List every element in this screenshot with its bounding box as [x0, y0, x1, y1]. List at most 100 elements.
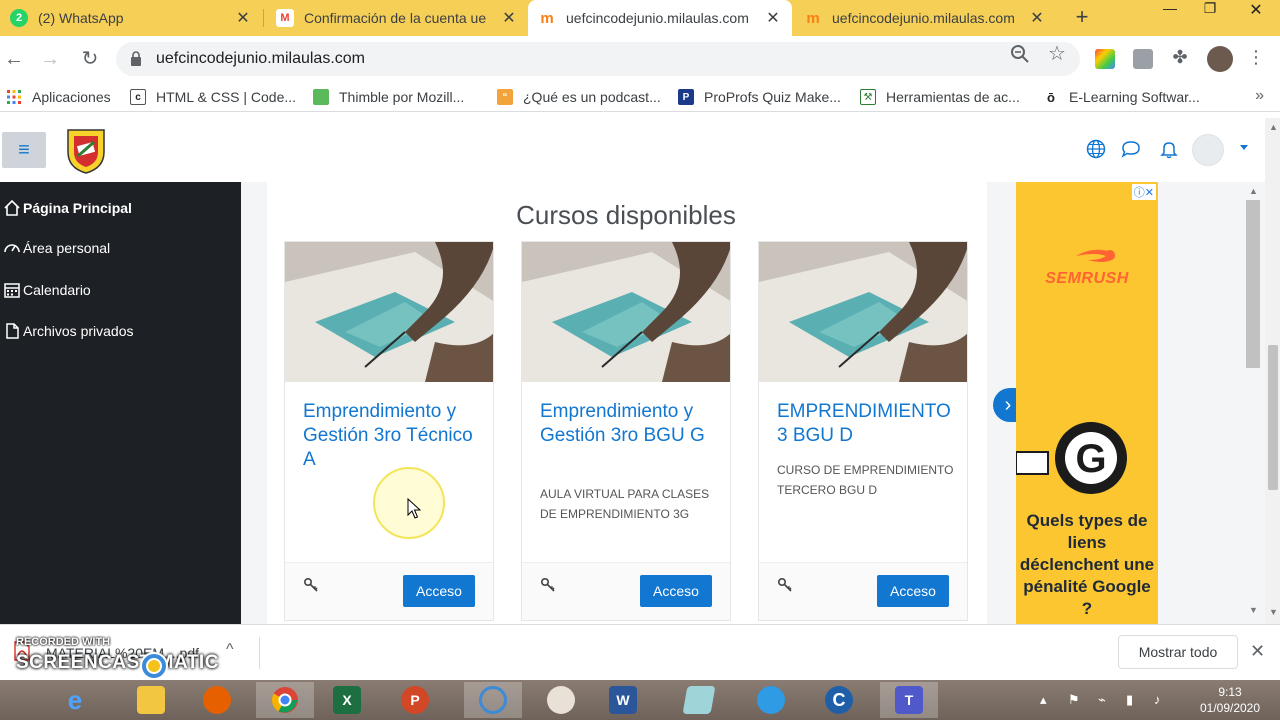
course-name-link[interactable]: EMPRENDIMIENTO 3 BGU D: [777, 400, 957, 448]
show-all-button[interactable]: Mostrar todo: [1118, 635, 1238, 669]
excel-icon: X: [333, 686, 361, 714]
file-icon: [6, 323, 19, 339]
address-bar[interactable]: uefcincodejunio.milaulas.com: [116, 42, 1080, 76]
calendar-icon: [4, 283, 20, 298]
course-card: EMPRENDIMIENTO 3 BGU D CURSO DE EMPRENDI…: [758, 241, 968, 621]
globe-icon[interactable]: [1085, 138, 1107, 160]
close-icon[interactable]: ✕: [1250, 641, 1265, 662]
new-tab-button[interactable]: +: [1070, 6, 1094, 30]
browser-toolbar: ← → ↻ uefcincodejunio.milaulas.com ☆ ✤ ⋮: [0, 36, 1280, 82]
close-icon[interactable]: ✕: [500, 8, 518, 28]
zoom-icon[interactable]: [1010, 44, 1030, 64]
moodle-navbar: ≡: [0, 118, 1265, 182]
course-image[interactable]: [522, 242, 731, 382]
bookmark-proprofs[interactable]: P ProProfs Quiz Make...: [678, 88, 841, 106]
ad-choices-icon[interactable]: ⓘ✕: [1131, 184, 1156, 200]
taskbar-globe[interactable]: [742, 682, 800, 718]
elearning-icon: ō: [1043, 89, 1059, 105]
user-avatar[interactable]: [1192, 134, 1224, 166]
reload-icon[interactable]: ↻: [78, 47, 102, 71]
course-image[interactable]: [759, 242, 968, 382]
course-name-link[interactable]: Emprendimiento y Gestión 3ro BGU G: [540, 400, 720, 448]
bookmark-label: ¿Qué es un podcast...: [523, 89, 661, 105]
taskbar-screencast[interactable]: [464, 682, 522, 718]
chevron-down-icon[interactable]: [1240, 145, 1248, 150]
moodle-icon: m: [806, 9, 820, 27]
drawer-toggle-button[interactable]: ≡: [2, 132, 46, 168]
window-close-icon[interactable]: ✕: [1238, 0, 1274, 20]
course-name-link[interactable]: Emprendimiento y Gestión 3ro Técnico A: [303, 400, 483, 472]
bookmark-aplicaciones[interactable]: Aplicaciones: [6, 88, 111, 106]
maximize-icon[interactable]: ❐: [1192, 0, 1228, 20]
taskbar-word[interactable]: W: [594, 682, 652, 718]
hamburger-icon: ≡: [18, 138, 30, 161]
sidebar-item-calendario[interactable]: Calendario: [0, 278, 91, 302]
course-card: Emprendimiento y Gestión 3ro BGU G AULA …: [521, 241, 731, 621]
page-scroll-down-icon[interactable]: ▼: [1269, 607, 1278, 617]
chevron-double-right-icon[interactable]: »: [1255, 87, 1264, 105]
bookmark-label: E-Learning Softwar...: [1069, 89, 1200, 105]
taskbar-powerpoint[interactable]: P: [386, 682, 444, 718]
taskbar-teams[interactable]: T: [880, 682, 938, 718]
back-icon[interactable]: ←: [2, 47, 26, 71]
profile-avatar[interactable]: [1207, 46, 1233, 72]
advertisement[interactable]: ⓘ✕ SEMRUSH G Quels types de liens déclen…: [1016, 182, 1158, 624]
tray-network-icon[interactable]: ▮: [1126, 692, 1133, 708]
star-icon[interactable]: ☆: [1047, 44, 1067, 64]
tab-title: uefcincodejunio.milaulas.com: [566, 10, 749, 26]
taskbar-chrome[interactable]: [256, 682, 314, 718]
system-clock[interactable]: 9:13 01/09/2020: [1190, 684, 1270, 716]
bookmark-thimble[interactable]: Thimble por Mozill...: [313, 88, 464, 106]
scroll-up-icon[interactable]: ▲: [1249, 186, 1258, 196]
menu-dots-icon[interactable]: ⋮: [1246, 47, 1266, 67]
taskbar-excel[interactable]: X: [318, 682, 376, 718]
forward-icon[interactable]: →: [38, 47, 62, 71]
tab-moodle[interactable]: m uefcincodejunio.milaulas.com ✕: [794, 0, 1056, 36]
acceso-button[interactable]: Acceso: [403, 575, 475, 607]
semrush-flame-icon: [1076, 249, 1115, 262]
extension-keyboard-icon[interactable]: [1133, 49, 1153, 69]
bookmark-codecademy[interactable]: c HTML & CSS | Code...: [130, 88, 296, 106]
acceso-button[interactable]: Acceso: [877, 575, 949, 607]
sidebar-item-pagina-principal[interactable]: Página Principal: [0, 196, 132, 220]
taskbar-firefox[interactable]: [188, 682, 246, 718]
tab-gmail[interactable]: M Confirmación de la cuenta ue ✕: [266, 0, 528, 36]
bookmark-herramientas[interactable]: ⚒ Herramientas de ac...: [860, 88, 1020, 106]
tray-volume-icon[interactable]: ♪: [1154, 692, 1161, 707]
tray-flag-icon[interactable]: ⚑: [1068, 692, 1080, 708]
close-icon[interactable]: ✕: [764, 8, 782, 28]
inner-scrollbar-thumb[interactable]: [1246, 200, 1260, 368]
chat-bubble-icon[interactable]: [1120, 138, 1142, 160]
tray-chevron-icon[interactable]: ▴: [1040, 692, 1047, 708]
bookmark-podcast[interactable]: “ ¿Qué es un podcast...: [497, 88, 661, 106]
taskbar-paint[interactable]: [532, 682, 590, 718]
scroll-down-icon[interactable]: ▼: [1249, 605, 1258, 615]
page-scroll-up-icon[interactable]: ▲: [1269, 122, 1278, 132]
tray-power-icon[interactable]: ⌁: [1098, 692, 1106, 708]
extension-color-icon[interactable]: [1095, 49, 1115, 69]
apps-grid-icon: [7, 90, 21, 104]
course-card-footer: Acceso: [759, 562, 967, 620]
tab-whatsapp[interactable]: 2 (2) WhatsApp ✕: [0, 0, 262, 36]
sidebar-item-area-personal[interactable]: Área personal: [0, 236, 110, 260]
tab-moodle-active[interactable]: m uefcincodejunio.milaulas.com ✕: [528, 0, 792, 36]
sidebar-item-archivos-privados[interactable]: Archivos privados: [0, 319, 134, 343]
sidebar-item-label: Página Principal: [23, 200, 132, 216]
scrollbar-thumb[interactable]: [1268, 345, 1278, 490]
taskbar-ccleaner[interactable]: C: [810, 682, 868, 718]
acceso-button[interactable]: Acceso: [640, 575, 712, 607]
taskbar-ie[interactable]: e: [46, 682, 104, 718]
course-image[interactable]: [285, 242, 494, 382]
close-icon[interactable]: ✕: [234, 8, 252, 28]
close-icon[interactable]: ✕: [1028, 8, 1046, 28]
firefox-icon: [203, 686, 231, 714]
minimize-icon[interactable]: —: [1152, 0, 1188, 20]
bell-icon[interactable]: [1158, 138, 1180, 160]
mouse-pointer-icon: [407, 498, 421, 519]
taskbar-notes[interactable]: [670, 682, 728, 718]
taskbar-explorer[interactable]: [122, 682, 180, 718]
tools-icon: ⚒: [860, 89, 876, 105]
puzzle-icon[interactable]: ✤: [1170, 47, 1190, 67]
chevron-up-icon[interactable]: ^: [226, 641, 234, 659]
bookmark-elearning[interactable]: ō E-Learning Softwar...: [1043, 88, 1200, 106]
